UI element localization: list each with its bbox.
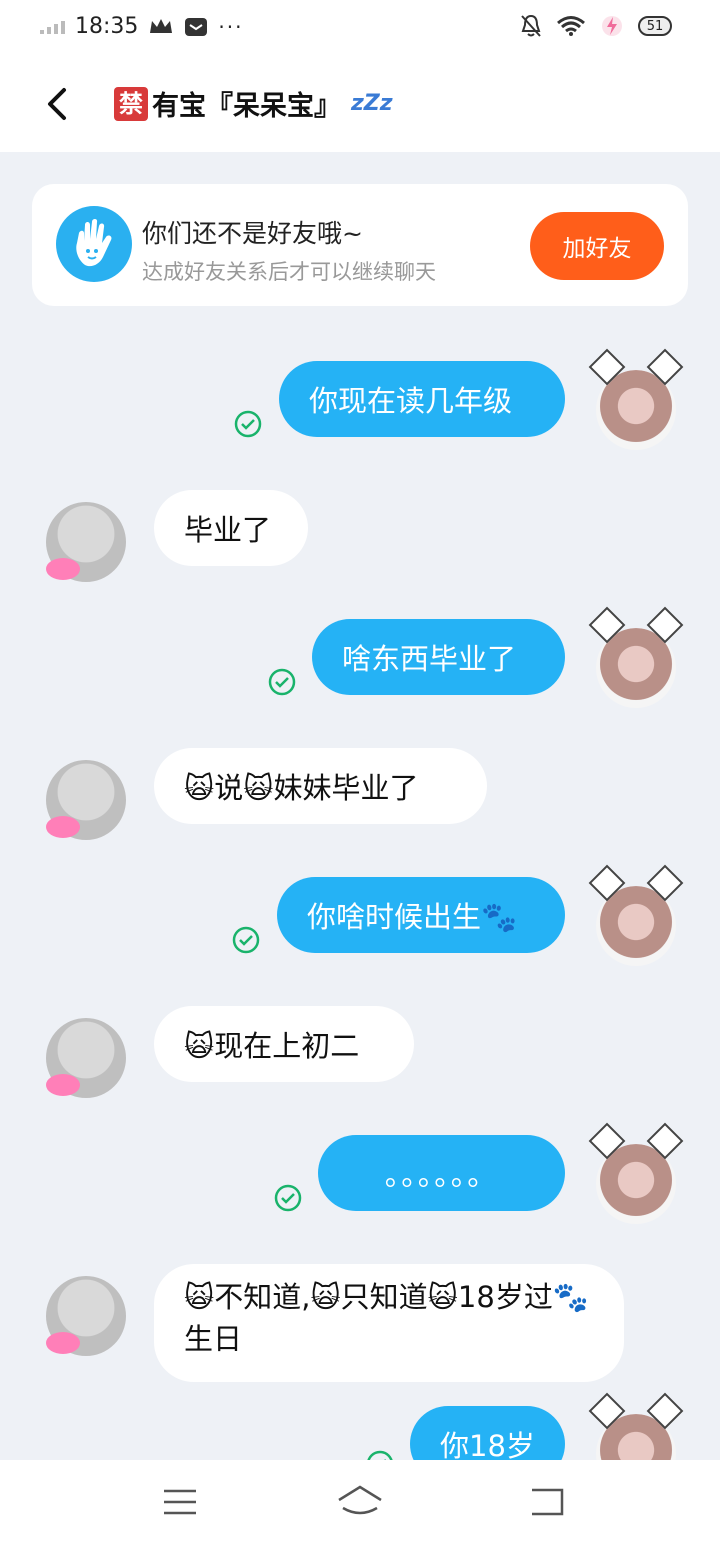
signal-icon bbox=[40, 20, 65, 34]
charge-icon bbox=[602, 16, 622, 36]
status-right: 51 bbox=[520, 14, 672, 38]
battery-level: 51 bbox=[646, 18, 664, 34]
status-time: 18:35 bbox=[75, 14, 139, 39]
message-bubble-sent[interactable]: 。。。。。。 bbox=[318, 1135, 565, 1211]
my-avatar[interactable] bbox=[588, 1122, 684, 1234]
contact-avatar[interactable] bbox=[44, 1016, 136, 1116]
back-button[interactable] bbox=[38, 84, 78, 124]
ban-badge: 禁 bbox=[114, 86, 148, 121]
battery-indicator: 51 bbox=[638, 16, 672, 36]
message-bubble-received[interactable]: 🙀不知道,🙀只知道🙀18岁过🐾生日 bbox=[154, 1264, 624, 1382]
home-button[interactable] bbox=[330, 1482, 390, 1522]
chat-title: 禁 有宝『呆呆宝』 zZz bbox=[114, 84, 393, 123]
home-icon bbox=[338, 1485, 382, 1515]
hand-wave-icon bbox=[56, 206, 132, 282]
contact-avatar[interactable] bbox=[44, 1274, 136, 1374]
banner-subtitle: 达成好友关系后才可以继续聊天 bbox=[142, 260, 436, 284]
message-bubble-received[interactable]: 🙀现在上初二 bbox=[154, 1006, 414, 1082]
my-avatar[interactable] bbox=[588, 348, 684, 460]
message-icon bbox=[185, 17, 208, 36]
system-nav-bar bbox=[0, 1460, 720, 1544]
add-friend-button[interactable]: 加好友 bbox=[530, 212, 664, 280]
menu-button[interactable] bbox=[150, 1482, 210, 1522]
chat-header: 禁 有宝『呆呆宝』 zZz bbox=[0, 60, 720, 152]
sent-check-icon bbox=[234, 410, 262, 438]
message-bubble-sent[interactable]: 你啥时候出生🐾 bbox=[277, 877, 565, 953]
contact-name: 有宝『呆呆宝』 bbox=[152, 91, 341, 122]
sent-check-icon bbox=[268, 668, 296, 696]
message-bubble-sent[interactable]: 你现在读几年级 bbox=[279, 361, 565, 437]
banner-title: 你们还不是好友哦~ bbox=[142, 219, 363, 248]
contact-avatar[interactable] bbox=[44, 758, 136, 858]
menu-icon bbox=[164, 1489, 196, 1515]
message-bubble-received[interactable]: 🙀说🙀妹妹毕业了 bbox=[154, 748, 487, 824]
wifi-icon bbox=[557, 16, 585, 36]
contact-avatar[interactable] bbox=[44, 500, 136, 600]
not-friend-banner: 你们还不是好友哦~ 达成好友关系后才可以继续聊天 加好友 bbox=[32, 184, 688, 306]
status-bar: 18:35 ··· 51 bbox=[0, 0, 720, 60]
back-nav-button[interactable] bbox=[518, 1482, 578, 1522]
crown-icon bbox=[150, 18, 173, 33]
sleep-icon: zZz bbox=[351, 91, 393, 116]
sent-check-icon bbox=[274, 1184, 302, 1212]
message-bubble-sent[interactable]: 啥东西毕业了 bbox=[312, 619, 565, 695]
bell-off-icon bbox=[521, 14, 541, 37]
sent-check-icon bbox=[232, 926, 260, 954]
status-more: ··· bbox=[218, 14, 244, 39]
status-left: 18:35 ··· bbox=[40, 14, 243, 39]
back-arrow-icon bbox=[532, 1488, 564, 1516]
my-avatar[interactable] bbox=[588, 864, 684, 976]
chevron-left-icon bbox=[48, 88, 66, 120]
my-avatar[interactable] bbox=[588, 606, 684, 718]
message-bubble-received[interactable]: 毕业了 bbox=[154, 490, 308, 566]
